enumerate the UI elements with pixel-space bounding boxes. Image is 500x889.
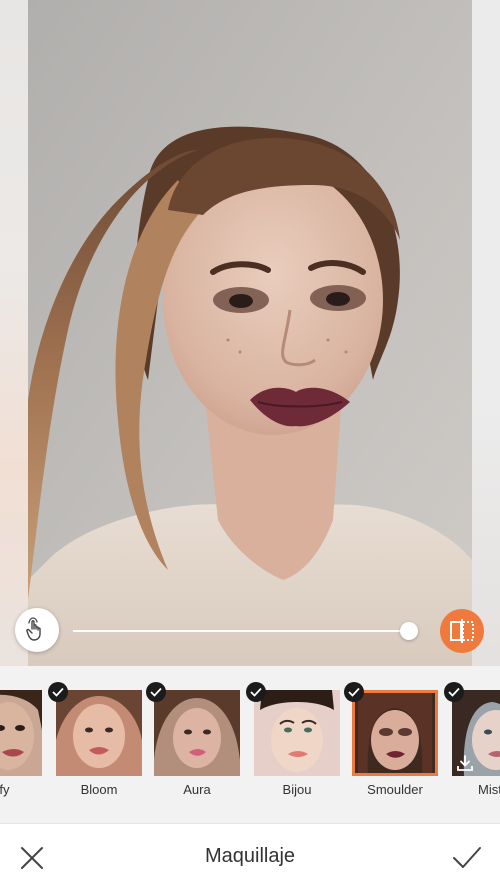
check-badge-icon [344,682,364,702]
intensity-slider-track[interactable] [73,630,403,632]
effect-label: Mistle [478,782,500,797]
photo-stage [0,0,500,666]
check-badge-icon [246,682,266,702]
hand-touch-icon [26,617,41,641]
effect-preview [254,690,340,776]
split-compare-icon [450,619,474,643]
effect-preview [352,690,438,776]
makeup-effects-strip[interactable]: trify Bloom [0,666,500,823]
close-icon [21,847,43,869]
blurred-background-right [472,0,500,666]
effect-label: Bijou [282,782,312,797]
check-badge-icon [444,682,464,702]
effect-item-mistle[interactable]: Mistle [444,682,500,797]
portrait-illustration [28,0,472,666]
effect-item[interactable]: trify [0,690,42,797]
effect-thumbnail[interactable] [254,690,340,776]
bottom-toolbar: Maquillaje [0,823,500,889]
compare-button[interactable] [440,609,484,653]
checkmark-icon [453,847,481,868]
effect-preview [0,690,42,776]
check-badge-icon [146,682,166,702]
blurred-background-left [0,0,28,666]
intensity-slider-thumb[interactable] [400,622,418,640]
effect-item-bijou[interactable]: Bijou [246,682,340,797]
feature-title: Maquillaje [204,845,296,867]
effect-preview [154,690,240,776]
effect-label: Smoulder [367,782,423,797]
effect-thumbnail-selected[interactable] [352,690,438,776]
check-badge-icon [48,682,68,702]
effect-item-bloom[interactable]: Bloom [48,682,142,797]
confirm-button[interactable] [451,844,483,872]
download-icon[interactable] [456,754,474,772]
effect-thumbnail[interactable] [452,690,500,776]
effect-thumbnail[interactable] [56,690,142,776]
effect-item-aura[interactable]: Aura [146,682,240,797]
effect-thumbnail[interactable] [154,690,240,776]
effect-label: Aura [183,782,211,797]
manual-touch-button[interactable] [15,608,59,652]
effect-item-smoulder[interactable]: Smoulder [344,682,438,797]
effect-preview [56,690,142,776]
effect-label: Bloom [80,782,118,797]
portrait-photo[interactable] [28,0,472,666]
cancel-button[interactable] [18,844,46,872]
effect-label: trify [0,782,10,797]
effect-thumbnail[interactable] [0,690,42,776]
